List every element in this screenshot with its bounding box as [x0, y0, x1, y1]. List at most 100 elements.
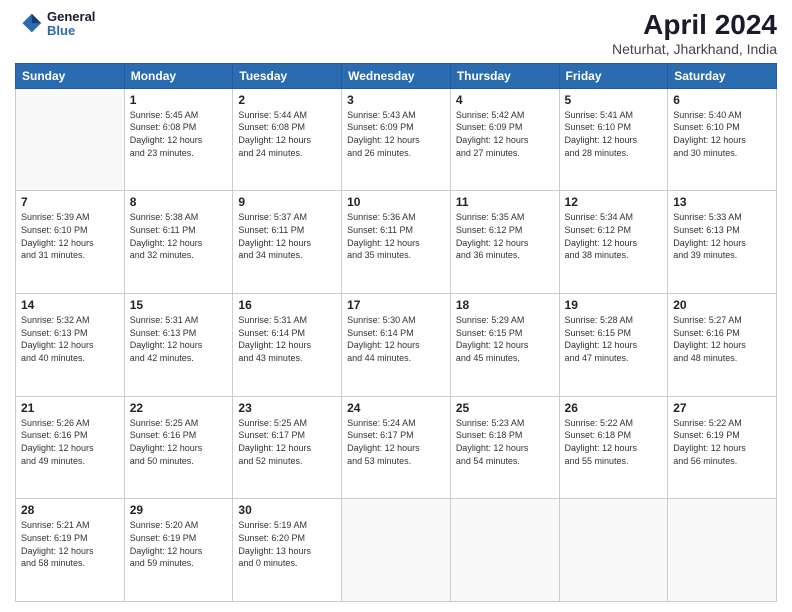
- calendar-cell: 22Sunrise: 5:25 AM Sunset: 6:16 PM Dayli…: [124, 396, 233, 499]
- page: General Blue April 2024 Neturhat, Jharkh…: [0, 0, 792, 612]
- day-info: Sunrise: 5:23 AM Sunset: 6:18 PM Dayligh…: [456, 417, 554, 467]
- day-info: Sunrise: 5:24 AM Sunset: 6:17 PM Dayligh…: [347, 417, 445, 467]
- calendar-table: Sunday Monday Tuesday Wednesday Thursday…: [15, 63, 777, 602]
- header-row: Sunday Monday Tuesday Wednesday Thursday…: [16, 63, 777, 88]
- logo-icon: [15, 10, 43, 38]
- calendar-cell: [668, 499, 777, 602]
- week-row: 21 Sunrise: 5:26 AM Sunset: 6:16 PM Dayli…: [16, 396, 777, 499]
- calendar-subtitle: Neturhat, Jharkhand, India: [612, 41, 777, 57]
- day-number: 29: [130, 503, 228, 517]
- day-info: Sunrise: 5:28 AM Sunset: 6:15 PM Dayligh…: [565, 314, 663, 364]
- logo: General Blue: [15, 10, 95, 39]
- calendar-cell: 28 Sunrise: 5:21 AM Sunset: 6:19 PM Dayli…: [16, 499, 125, 602]
- day-number: 10: [347, 195, 445, 209]
- day-info: Sunrise: 5:31 AM Sunset: 6:13 PM Dayligh…: [130, 314, 228, 364]
- calendar-body: 1Sunrise: 5:45 AM Sunset: 6:08 PM Daylig…: [16, 88, 777, 601]
- calendar-cell: 4Sunrise: 5:42 AM Sunset: 6:09 PM Daylig…: [450, 88, 559, 191]
- calendar-cell: 1Sunrise: 5:45 AM Sunset: 6:08 PM Daylig…: [124, 88, 233, 191]
- day-number: 23: [238, 401, 336, 415]
- calendar-cell: 18 Sunrise: 5:29 AM Sunset: 6:15 PM Dayli…: [450, 294, 559, 397]
- logo-text: General Blue: [47, 10, 95, 39]
- day-info: Sunrise: 5:39 AM Sunset: 6:10 PM Dayligh…: [21, 211, 119, 261]
- calendar-cell: 12 Sunrise: 5:34 AM Sunset: 6:12 PM Dayli…: [559, 191, 668, 294]
- day-info: Sunrise: 5:41 AM Sunset: 6:10 PM Dayligh…: [565, 109, 663, 159]
- calendar-cell: 14 Sunrise: 5:32 AM Sunset: 6:13 PM Dayli…: [16, 294, 125, 397]
- calendar-cell: 26 Sunrise: 5:22 AM Sunset: 6:18 PM Dayli…: [559, 396, 668, 499]
- day-number: 5: [565, 93, 663, 107]
- day-number: 17: [347, 298, 445, 312]
- calendar-cell: 13 Sunrise: 5:33 AM Sunset: 6:13 PM Dayli…: [668, 191, 777, 294]
- day-info: Sunrise: 5:40 AM Sunset: 6:10 PM Dayligh…: [673, 109, 771, 159]
- day-info: Sunrise: 5:21 AM Sunset: 6:19 PM Dayligh…: [21, 519, 119, 569]
- calendar-cell: 20 Sunrise: 5:27 AM Sunset: 6:16 PM Dayli…: [668, 294, 777, 397]
- day-info: Sunrise: 5:32 AM Sunset: 6:13 PM Dayligh…: [21, 314, 119, 364]
- day-info: Sunrise: 5:43 AM Sunset: 6:09 PM Dayligh…: [347, 109, 445, 159]
- calendar-cell: 19 Sunrise: 5:28 AM Sunset: 6:15 PM Dayli…: [559, 294, 668, 397]
- day-number: 21: [21, 401, 119, 415]
- week-row: 28 Sunrise: 5:21 AM Sunset: 6:19 PM Dayli…: [16, 499, 777, 602]
- day-number: 18: [456, 298, 554, 312]
- day-number: 3: [347, 93, 445, 107]
- calendar-cell: 21 Sunrise: 5:26 AM Sunset: 6:16 PM Dayli…: [16, 396, 125, 499]
- calendar-cell: 16Sunrise: 5:31 AM Sunset: 6:14 PM Dayli…: [233, 294, 342, 397]
- calendar-cell: 2 Sunrise: 5:44 AM Sunset: 6:08 PM Daylig…: [233, 88, 342, 191]
- col-friday: Friday: [559, 63, 668, 88]
- day-info: Sunrise: 5:42 AM Sunset: 6:09 PM Dayligh…: [456, 109, 554, 159]
- calendar-cell: [559, 499, 668, 602]
- day-info: Sunrise: 5:33 AM Sunset: 6:13 PM Dayligh…: [673, 211, 771, 261]
- week-row: 14 Sunrise: 5:32 AM Sunset: 6:13 PM Dayli…: [16, 294, 777, 397]
- col-tuesday: Tuesday: [233, 63, 342, 88]
- day-info: Sunrise: 5:44 AM Sunset: 6:08 PM Dayligh…: [238, 109, 336, 159]
- day-number: 13: [673, 195, 771, 209]
- day-number: 1: [130, 93, 228, 107]
- day-info: Sunrise: 5:35 AM Sunset: 6:12 PM Dayligh…: [456, 211, 554, 261]
- day-number: 19: [565, 298, 663, 312]
- day-info: Sunrise: 5:29 AM Sunset: 6:15 PM Dayligh…: [456, 314, 554, 364]
- calendar-cell: 8 Sunrise: 5:38 AM Sunset: 6:11 PM Daylig…: [124, 191, 233, 294]
- calendar-cell: 9 Sunrise: 5:37 AM Sunset: 6:11 PM Daylig…: [233, 191, 342, 294]
- calendar-cell: [16, 88, 125, 191]
- calendar-cell: 23Sunrise: 5:25 AM Sunset: 6:17 PM Dayli…: [233, 396, 342, 499]
- day-number: 15: [130, 298, 228, 312]
- col-wednesday: Wednesday: [342, 63, 451, 88]
- col-monday: Monday: [124, 63, 233, 88]
- calendar-cell: 15 Sunrise: 5:31 AM Sunset: 6:13 PM Dayli…: [124, 294, 233, 397]
- logo-line2: Blue: [47, 24, 95, 38]
- day-info: Sunrise: 5:22 AM Sunset: 6:19 PM Dayligh…: [673, 417, 771, 467]
- calendar-cell: 5 Sunrise: 5:41 AM Sunset: 6:10 PM Daylig…: [559, 88, 668, 191]
- day-info: Sunrise: 5:38 AM Sunset: 6:11 PM Dayligh…: [130, 211, 228, 261]
- day-info: Sunrise: 5:27 AM Sunset: 6:16 PM Dayligh…: [673, 314, 771, 364]
- day-number: 9: [238, 195, 336, 209]
- day-number: 26: [565, 401, 663, 415]
- col-saturday: Saturday: [668, 63, 777, 88]
- day-number: 14: [21, 298, 119, 312]
- col-sunday: Sunday: [16, 63, 125, 88]
- day-number: 7: [21, 195, 119, 209]
- day-info: Sunrise: 5:31 AM Sunset: 6:14 PM Dayligh…: [238, 314, 336, 364]
- day-info: Sunrise: 5:37 AM Sunset: 6:11 PM Dayligh…: [238, 211, 336, 261]
- day-info: Sunrise: 5:34 AM Sunset: 6:12 PM Dayligh…: [565, 211, 663, 261]
- calendar-cell: 11 Sunrise: 5:35 AM Sunset: 6:12 PM Dayli…: [450, 191, 559, 294]
- day-number: 11: [456, 195, 554, 209]
- day-number: 2: [238, 93, 336, 107]
- week-row: 1Sunrise: 5:45 AM Sunset: 6:08 PM Daylig…: [16, 88, 777, 191]
- day-number: 12: [565, 195, 663, 209]
- day-number: 30: [238, 503, 336, 517]
- day-info: Sunrise: 5:36 AM Sunset: 6:11 PM Dayligh…: [347, 211, 445, 261]
- day-number: 20: [673, 298, 771, 312]
- day-number: 8: [130, 195, 228, 209]
- calendar-title: April 2024: [612, 10, 777, 41]
- calendar-cell: 29 Sunrise: 5:20 AM Sunset: 6:19 PM Dayli…: [124, 499, 233, 602]
- calendar-header: Sunday Monday Tuesday Wednesday Thursday…: [16, 63, 777, 88]
- day-info: Sunrise: 5:22 AM Sunset: 6:18 PM Dayligh…: [565, 417, 663, 467]
- logo-line1: General: [47, 10, 95, 24]
- day-info: Sunrise: 5:20 AM Sunset: 6:19 PM Dayligh…: [130, 519, 228, 569]
- day-number: 24: [347, 401, 445, 415]
- day-info: Sunrise: 5:19 AM Sunset: 6:20 PM Dayligh…: [238, 519, 336, 569]
- day-info: Sunrise: 5:30 AM Sunset: 6:14 PM Dayligh…: [347, 314, 445, 364]
- day-info: Sunrise: 5:26 AM Sunset: 6:16 PM Dayligh…: [21, 417, 119, 467]
- calendar-cell: 25Sunrise: 5:23 AM Sunset: 6:18 PM Dayli…: [450, 396, 559, 499]
- week-row: 7 Sunrise: 5:39 AM Sunset: 6:10 PM Daylig…: [16, 191, 777, 294]
- day-number: 28: [21, 503, 119, 517]
- calendar-cell: 7 Sunrise: 5:39 AM Sunset: 6:10 PM Daylig…: [16, 191, 125, 294]
